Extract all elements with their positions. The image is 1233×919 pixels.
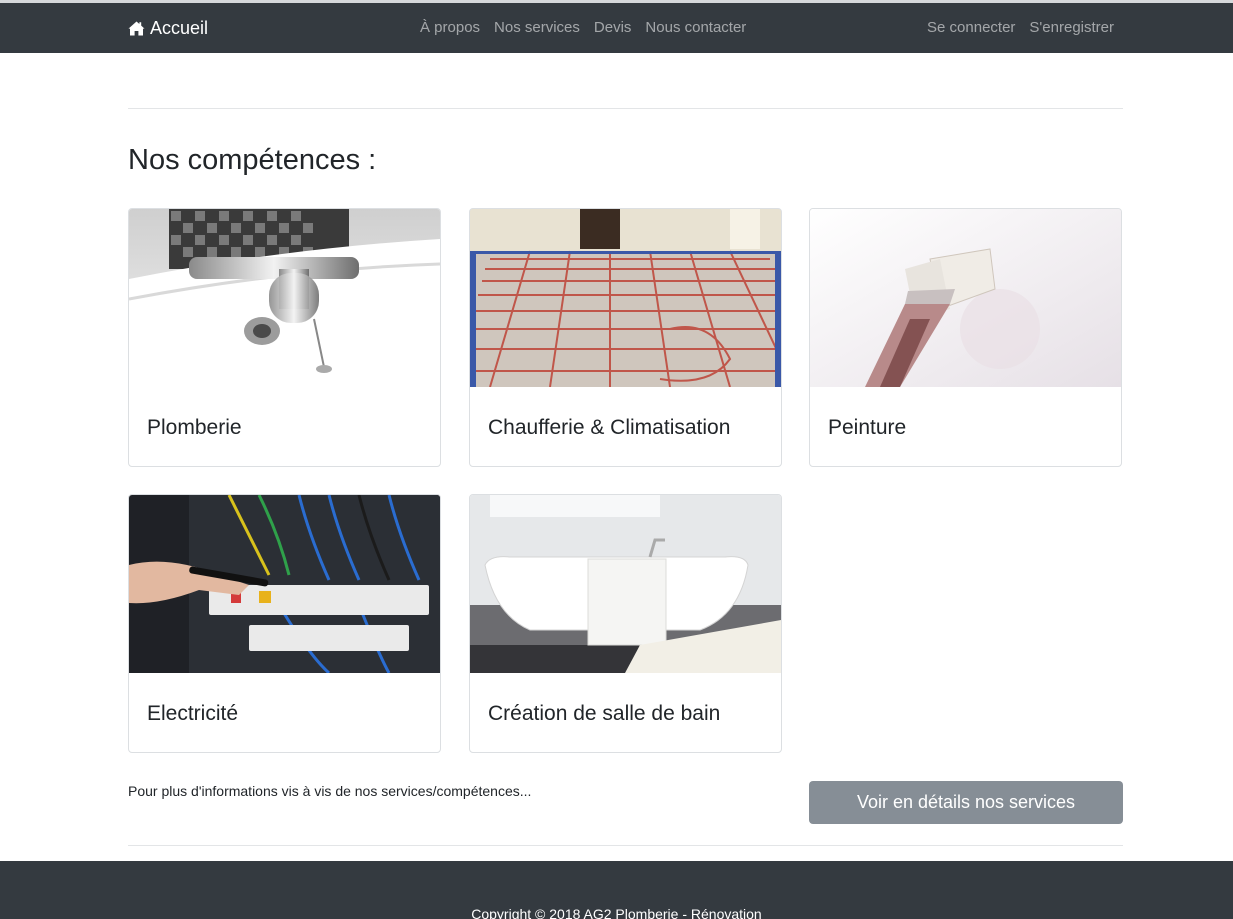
freestanding-bathtub-image bbox=[470, 495, 781, 673]
service-card-chaufferie-climatisation[interactable]: Chaufferie & Climatisation bbox=[469, 208, 782, 467]
nav-link-nos-services[interactable]: Nos services bbox=[494, 19, 580, 36]
auth-nav: Se connecter S'enregistrer bbox=[927, 19, 1114, 36]
services-details-button[interactable]: Voir en détails nos services bbox=[809, 781, 1123, 824]
nav-link-a-propos[interactable]: À propos bbox=[420, 19, 480, 36]
brand-label: Accueil bbox=[150, 17, 209, 38]
section-title: Nos compétences : bbox=[128, 144, 377, 176]
brand-home-link[interactable]: Accueil bbox=[128, 17, 208, 39]
service-card-creation-salle-de-bain[interactable]: Création de salle de bain bbox=[469, 494, 782, 753]
nav-link-devis[interactable]: Devis bbox=[594, 19, 632, 36]
login-link[interactable]: Se connecter bbox=[927, 19, 1015, 36]
divider-bottom bbox=[128, 845, 1123, 846]
service-title: Chaufferie & Climatisation bbox=[488, 416, 731, 439]
underfloor-heating-image bbox=[470, 209, 781, 387]
more-info-text: Pour plus d'informations vis à vis de no… bbox=[128, 783, 532, 799]
home-icon bbox=[128, 21, 145, 36]
paintbrush-image bbox=[810, 209, 1121, 387]
service-card-peinture[interactable]: Peinture bbox=[809, 208, 1122, 467]
service-title: Electricité bbox=[147, 702, 239, 725]
copyright-text: Copyright © 2018 AG2 Plomberie - Rénovat… bbox=[471, 906, 762, 919]
service-title: Plomberie bbox=[147, 416, 242, 439]
navbar: Accueil À propos Nos services Devis Nous… bbox=[0, 3, 1233, 53]
register-link[interactable]: S'enregistrer bbox=[1029, 19, 1114, 36]
service-title: Peinture bbox=[828, 416, 907, 439]
nav-link-nous-contacter[interactable]: Nous contacter bbox=[645, 19, 746, 36]
service-card-plomberie[interactable]: Plomberie bbox=[128, 208, 441, 467]
main-nav: À propos Nos services Devis Nous contact… bbox=[420, 19, 746, 36]
service-card-electricite[interactable]: Electricité bbox=[128, 494, 441, 753]
bathtub-faucet-image bbox=[129, 209, 440, 387]
service-title: Création de salle de bain bbox=[488, 702, 721, 725]
divider-top bbox=[128, 108, 1123, 109]
electrical-panel-image bbox=[129, 495, 440, 673]
footer: Copyright © 2018 AG2 Plomberie - Rénovat… bbox=[0, 861, 1233, 919]
